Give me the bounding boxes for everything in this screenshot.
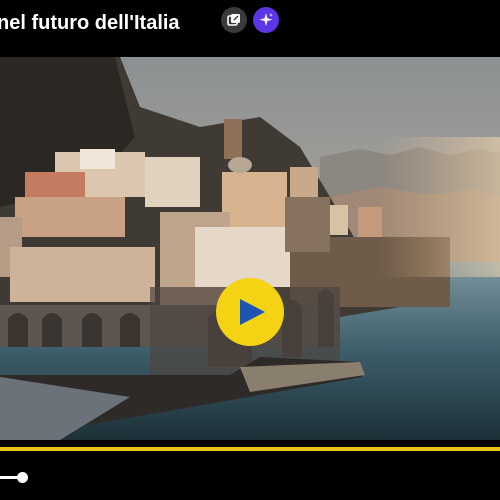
- video-thumbnail: [0, 57, 500, 440]
- pip-button[interactable]: [221, 7, 247, 33]
- video-header: nel futuro dell'Italia: [0, 0, 500, 52]
- progress-bar[interactable]: [0, 447, 500, 451]
- sparkle-icon: [259, 13, 273, 27]
- play-button[interactable]: [216, 278, 284, 346]
- video-frame[interactable]: [0, 57, 500, 440]
- video-title: nel futuro dell'Italia: [0, 12, 180, 34]
- play-icon: [216, 278, 284, 346]
- ai-sparkle-button[interactable]: [253, 7, 279, 33]
- seek-slider-thumb[interactable]: [17, 472, 28, 483]
- picture-in-picture-icon: [227, 14, 240, 26]
- player-control-bar: [0, 453, 500, 500]
